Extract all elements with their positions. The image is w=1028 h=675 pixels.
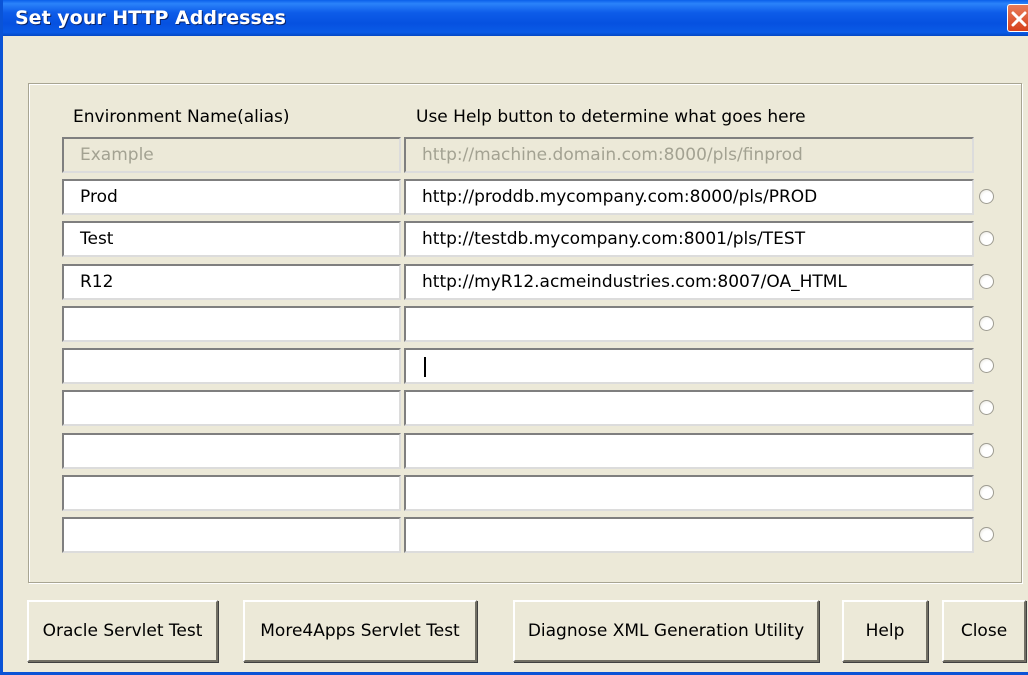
url-input[interactable]: http://proddb.mycompany.com:8000/pls/PRO… — [404, 179, 974, 215]
environment-name-input[interactable] — [62, 517, 401, 553]
help-button[interactable]: Help — [842, 600, 928, 662]
dialog-window: Set your HTTP Addresses Environment Name… — [0, 0, 1028, 675]
url-input[interactable] — [404, 475, 974, 511]
row-select-radio[interactable] — [979, 485, 994, 500]
window-title: Set your HTTP Addresses — [15, 7, 286, 29]
example-name-field: Example — [62, 137, 401, 173]
environment-name-input[interactable] — [62, 433, 401, 469]
row-select-radio[interactable] — [979, 400, 994, 415]
title-bar: Set your HTTP Addresses — [3, 0, 1028, 36]
url-input[interactable]: http://myR12.acmeindustries.com:8007/OA_… — [404, 264, 974, 300]
close-button[interactable]: Close — [942, 600, 1026, 662]
row-select-radio[interactable] — [979, 527, 994, 542]
url-input[interactable] — [404, 390, 974, 426]
text-caret — [424, 357, 426, 377]
environment-name-input[interactable] — [62, 475, 401, 511]
close-window-button[interactable] — [1007, 4, 1028, 32]
row-select-radio[interactable] — [979, 231, 994, 246]
url-input-focused[interactable] — [404, 348, 974, 384]
environment-name-input[interactable]: Test — [62, 221, 401, 257]
example-url-field: http://machine.domain.com:8000/pls/finpr… — [404, 137, 974, 173]
more4apps-servlet-test-button[interactable]: More4Apps Servlet Test — [243, 600, 477, 662]
environment-name-header: Environment Name(alias) — [73, 107, 290, 127]
row-select-radio[interactable] — [979, 358, 994, 373]
environment-name-input[interactable] — [62, 306, 401, 342]
close-icon — [1011, 11, 1027, 27]
url-input[interactable]: http://testdb.mycompany.com:8001/pls/TES… — [404, 221, 974, 257]
environment-name-input[interactable]: Prod — [62, 179, 401, 215]
url-input[interactable] — [404, 517, 974, 553]
oracle-servlet-test-button[interactable]: Oracle Servlet Test — [27, 600, 218, 662]
row-select-radio[interactable] — [979, 189, 994, 204]
url-header: Use Help button to determine what goes h… — [416, 107, 806, 127]
url-input[interactable] — [404, 433, 974, 469]
row-select-radio[interactable] — [979, 274, 994, 289]
row-select-radio[interactable] — [979, 316, 994, 331]
environment-name-input[interactable]: R12 — [62, 264, 401, 300]
diagnose-xml-button[interactable]: Diagnose XML Generation Utility — [513, 600, 819, 662]
row-select-radio[interactable] — [979, 443, 994, 458]
environment-name-input[interactable] — [62, 348, 401, 384]
environment-name-input[interactable] — [62, 390, 401, 426]
url-input[interactable] — [404, 306, 974, 342]
